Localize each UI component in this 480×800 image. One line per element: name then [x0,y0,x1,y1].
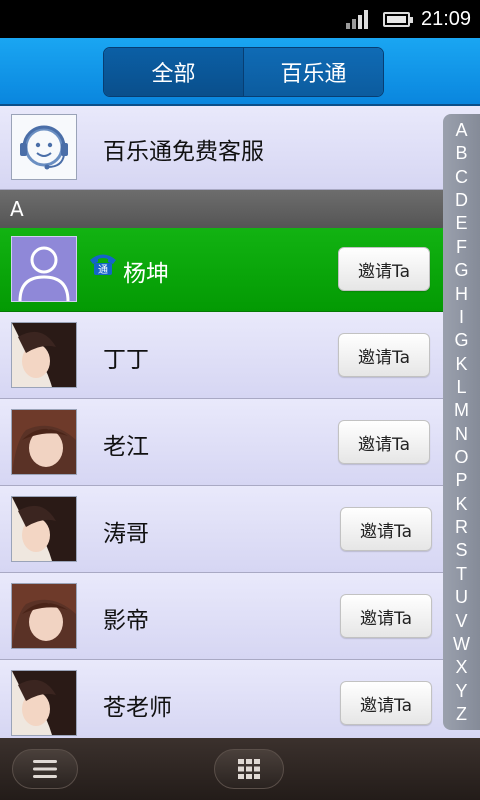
index-letter[interactable]: L [456,377,466,397]
service-row[interactable]: 百乐通免费客服 [0,106,480,190]
invite-button[interactable]: 邀请Ta [340,594,432,638]
index-letter[interactable]: I [459,307,464,327]
signal-icon [346,9,370,29]
index-letter[interactable]: N [455,424,468,444]
tab-header: 全部 百乐通 [0,38,480,106]
grid-button[interactable] [214,749,284,789]
invite-button[interactable]: 邀请Ta [340,681,432,725]
contact-row[interactable]: 影帝 邀请Ta [0,573,480,660]
contact-row[interactable]: 通 杨坤 邀请Ta [0,228,480,312]
bottom-bar [0,738,480,800]
index-letter[interactable]: V [455,611,467,631]
phone-badge-icon: 通 [88,251,118,277]
index-letter[interactable]: P [455,470,467,490]
battery-icon [383,12,413,27]
index-letter[interactable]: M [454,400,469,420]
index-letter[interactable]: H [455,284,468,304]
invite-button[interactable]: 邀请Ta [338,333,430,377]
contact-name: 老江 [103,434,149,460]
service-name: 百乐通免费客服 [103,139,264,165]
section-header-a: A [0,190,480,228]
alphabet-index[interactable]: ABCDEFGHIGKLMNOPKRSTUVWXYZ [443,114,480,730]
contact-name: 涛哥 [103,521,149,547]
index-letter[interactable]: Y [455,681,467,701]
index-letter[interactable]: Z [456,704,467,724]
default-person-avatar [11,236,77,302]
index-letter[interactable]: D [455,190,468,210]
index-letter[interactable]: K [455,494,467,514]
contact-row[interactable]: 老江 邀请Ta [0,399,480,486]
photo-avatar [11,670,77,736]
segmented-tabs: 全部 百乐通 [103,47,384,97]
contact-row[interactable]: 丁丁 邀请Ta [0,312,480,399]
headset-smiley-icon [11,114,77,180]
index-letter[interactable]: C [455,167,468,187]
index-letter[interactable]: G [454,330,468,350]
index-letter[interactable]: W [453,634,470,654]
status-time: 21:09 [421,8,472,30]
index-letter[interactable]: B [455,143,467,163]
index-letter[interactable]: R [455,517,468,537]
index-letter[interactable]: O [454,447,468,467]
index-letter[interactable]: F [456,237,467,257]
index-letter[interactable]: T [456,564,467,584]
index-letter[interactable]: U [455,587,468,607]
photo-avatar [11,322,77,388]
contact-name: 丁丁 [103,347,149,373]
index-letter[interactable]: S [455,540,467,560]
status-bar: 21:09 [0,0,480,38]
contact-row[interactable]: 苍老师 邀请Ta [0,660,480,738]
index-letter[interactable]: K [455,354,467,374]
photo-avatar [11,583,77,649]
invite-button[interactable]: 邀请Ta [340,507,432,551]
contact-name: 影帝 [103,608,149,634]
index-letter[interactable]: A [455,120,467,140]
menu-button[interactable] [12,749,78,789]
contact-name: 杨坤 [123,261,169,287]
contact-name: 苍老师 [103,695,172,721]
invite-button[interactable]: 邀请Ta [338,247,430,291]
grid-icon [238,759,260,779]
index-letter[interactable]: G [454,260,468,280]
photo-avatar [11,496,77,562]
tab-all[interactable]: 全部 [104,48,244,96]
index-letter[interactable]: X [455,657,467,677]
tab-bailetong[interactable]: 百乐通 [244,48,383,96]
menu-icon [33,760,57,778]
index-letter[interactable]: E [455,213,467,233]
contact-row[interactable]: 涛哥 邀请Ta [0,486,480,573]
contact-list: 百乐通免费客服 A 通 杨坤 邀请Ta 丁丁 邀请Ta 老江 邀请Ta 涛哥 邀… [0,106,480,738]
invite-button[interactable]: 邀请Ta [338,420,430,464]
svg-text:通: 通 [98,264,108,276]
photo-avatar [11,409,77,475]
